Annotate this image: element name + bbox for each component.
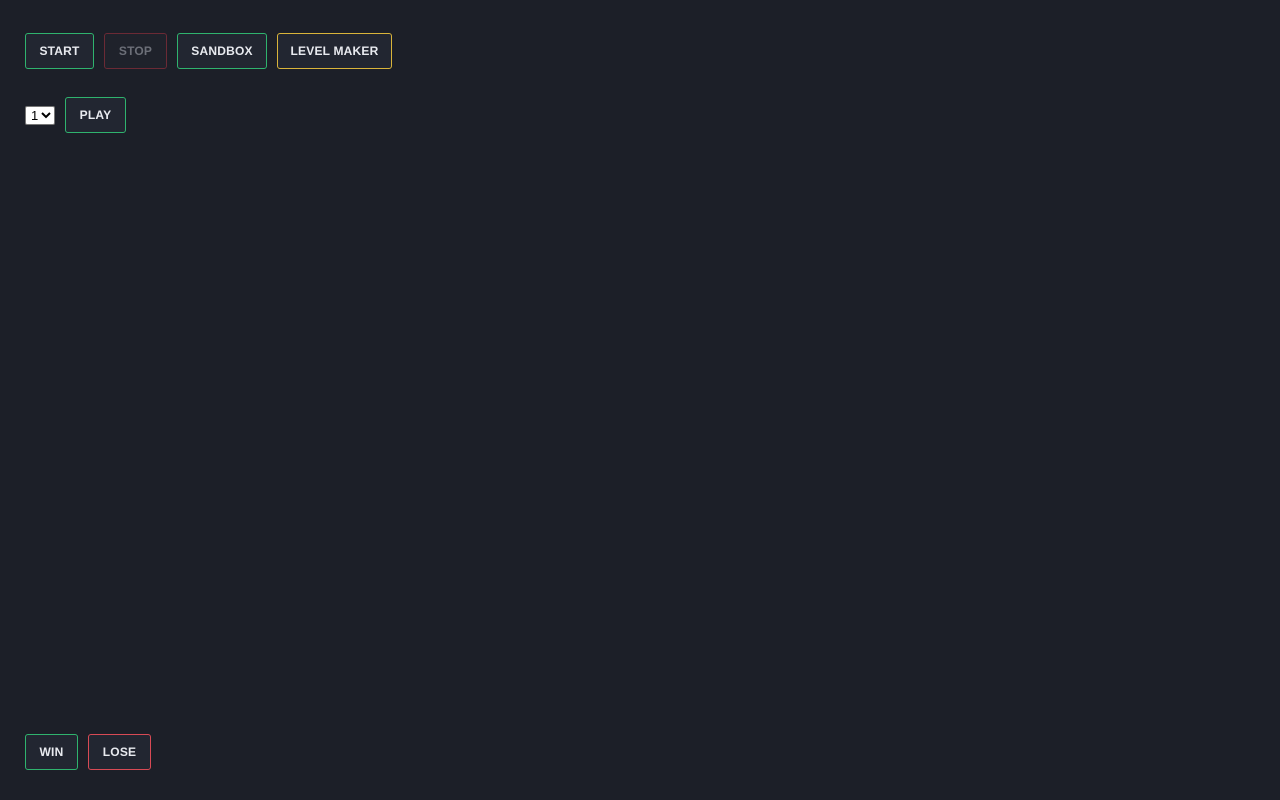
stop-button[interactable]: STOP [104,33,167,69]
win-button[interactable]: WIN [25,734,78,770]
sandbox-button[interactable]: SANDBOX [177,33,267,69]
lose-button[interactable]: LOSE [88,734,151,770]
play-button[interactable]: PLAY [65,97,126,133]
start-button[interactable]: START [25,33,94,69]
game-stage: START STOP SANDBOX LEVEL MAKER 1 PLAY WI… [0,0,1280,800]
level-maker-button[interactable]: LEVEL MAKER [277,33,392,69]
level-select[interactable]: 1 [25,106,55,125]
